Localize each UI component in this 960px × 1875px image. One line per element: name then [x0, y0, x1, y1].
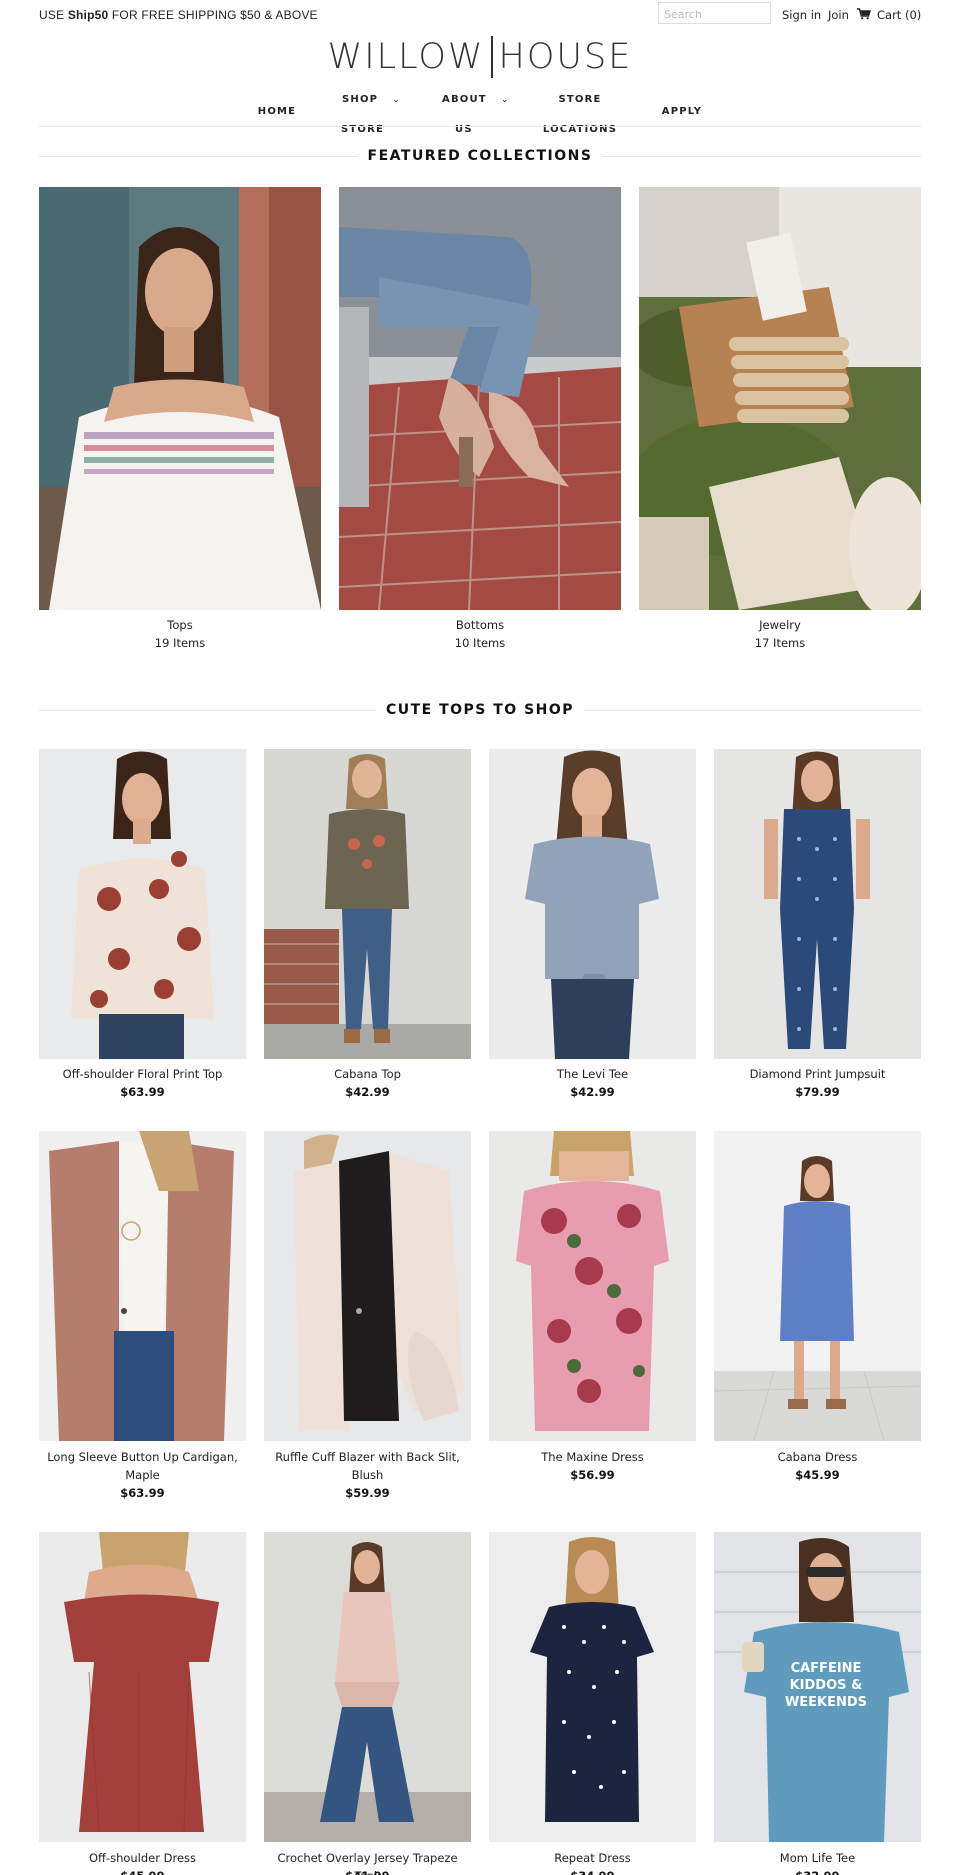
product-price: $63.99: [120, 1085, 165, 1099]
levi-tee-photo: [489, 749, 696, 1059]
crochet-tank-photo: [264, 1532, 471, 1842]
collection-card-tops[interactable]: Tops 19 Items: [39, 616, 321, 652]
nav-locations-label-line1: STORE: [558, 94, 602, 105]
cabana-top-photo: [264, 749, 471, 1059]
collection-image-bottoms[interactable]: [339, 187, 621, 610]
collection-count: 10 Items: [454, 636, 506, 650]
featured-collections-heading: FEATURED COLLECTIONS: [0, 148, 960, 164]
collection-card-jewelry[interactable]: Jewelry 17 Items: [639, 616, 921, 652]
product-name[interactable]: Diamond Print Jumpsuit: [714, 1065, 921, 1083]
nav-home-label: HOME: [257, 106, 297, 117]
product-name[interactable]: Off-shoulder Floral Print Top: [39, 1065, 246, 1083]
floral-top-photo: [39, 749, 246, 1059]
product-image-diamond-jumpsuit[interactable]: [714, 749, 921, 1059]
nav-locations-label-line2: LOCATIONS: [542, 124, 618, 135]
product-price: $79.99: [795, 1085, 840, 1099]
promo-banner: USE Ship50 FOR FREE SHIPPING $50 & ABOVE: [39, 8, 318, 22]
chevron-down-icon: ⌄: [392, 95, 401, 105]
chevron-down-icon: ⌄: [500, 95, 510, 105]
shirt-print-line3: WEEKENDS: [785, 1695, 867, 1710]
logo-left-word: WILLOW: [327, 37, 485, 77]
sign-in-link[interactable]: Sign in: [782, 8, 821, 22]
mom-life-tee-photo: CAFFEINE KIDDOS & WEEKENDS: [714, 1532, 921, 1842]
nav-about-label-line1: ABOUT: [442, 94, 487, 105]
product-name[interactable]: The Maxine Dress: [489, 1448, 696, 1466]
product-image-cabana-top[interactable]: [264, 749, 471, 1059]
shirt-print-line2: KIDDOS &: [790, 1678, 863, 1693]
product-price: $63.99: [120, 1486, 165, 1500]
off-shoulder-dress-photo: [39, 1532, 246, 1842]
product-name[interactable]: Long Sleeve Button Up Cardigan, Maple: [39, 1448, 246, 1484]
product-name[interactable]: Repeat Dress: [489, 1849, 696, 1867]
product-image-floral-top[interactable]: [39, 749, 246, 1059]
product-price: $56.99: [570, 1468, 615, 1482]
ruffle-blazer-photo: [264, 1131, 471, 1441]
promo-code: Ship50: [67, 8, 109, 22]
product-image-off-shoulder-dress[interactable]: [39, 1532, 246, 1842]
diamond-jumpsuit-photo: [714, 749, 921, 1059]
nav-about-label-line2: US: [455, 124, 473, 135]
site-logo[interactable]: WILLOW HOUSE: [0, 36, 960, 78]
collection-card-bottoms[interactable]: Bottoms 10 Items: [339, 616, 621, 652]
product-price: $32.99: [714, 1867, 921, 1875]
collection-count: 17 Items: [754, 636, 806, 650]
collection-name[interactable]: Bottoms: [339, 616, 621, 634]
product-name[interactable]: Mom Life Tee: [714, 1849, 921, 1867]
product-price: $42.99: [570, 1085, 615, 1099]
ripped-jeans-booties-photo: [339, 187, 621, 610]
top-bar: USE Ship50 FOR FREE SHIPPING $50 & ABOVE…: [0, 0, 960, 30]
product-name[interactable]: Ruffle Cuff Blazer with Back Slit, Blush: [264, 1448, 471, 1484]
collection-name[interactable]: Tops: [39, 616, 321, 634]
model-off-shoulder-top-photo: [39, 187, 321, 610]
nav-apply-label: APPLY: [661, 106, 703, 117]
logo-right-word: HOUSE: [498, 37, 633, 77]
product-image-maxine-dress[interactable]: [489, 1131, 696, 1441]
shirt-print-line1: CAFFEINE: [791, 1661, 862, 1676]
collection-count: 19 Items: [154, 636, 206, 650]
nav-store-locations[interactable]: STORE LOCATIONS: [540, 85, 620, 145]
promo-prefix: USE: [39, 8, 68, 22]
product-name[interactable]: Cabana Top: [264, 1065, 471, 1083]
search-input[interactable]: [659, 4, 770, 25]
collection-name[interactable]: Jewelry: [639, 616, 921, 634]
cabana-dress-photo: [714, 1131, 921, 1441]
logo-divider: [490, 36, 493, 78]
cute-tops-heading: CUTE TOPS TO SHOP: [0, 702, 960, 718]
product-image-cabana-dress[interactable]: [714, 1131, 921, 1441]
nav-apply[interactable]: APPLY: [652, 97, 712, 127]
product-price: $59.99: [345, 1486, 390, 1500]
maxine-dress-photo: [489, 1131, 696, 1441]
product-price: $42.99: [345, 1085, 390, 1099]
cart-link[interactable]: Cart (0): [877, 8, 921, 22]
product-price: $45.99: [795, 1468, 840, 1482]
nav-shop-label-line2: STORE: [341, 124, 385, 135]
bracelet-display-photo: [639, 187, 921, 610]
product-image-ruffle-blazer[interactable]: [264, 1131, 471, 1441]
product-price: $45.99: [39, 1867, 246, 1875]
product-image-mom-life-tee[interactable]: CAFFEINE KIDDOS & WEEKENDS: [714, 1532, 921, 1842]
repeat-dress-photo: [489, 1532, 696, 1842]
nav-home[interactable]: HOME: [252, 97, 302, 127]
cardigan-photo: [39, 1131, 246, 1441]
collection-image-tops[interactable]: [39, 187, 321, 610]
promo-suffix: FOR FREE SHIPPING $50 & ABOVE: [108, 8, 318, 22]
nav-shop-label-line1: SHOP: [342, 94, 379, 105]
join-link[interactable]: Join: [828, 8, 849, 22]
product-image-crochet-tank[interactable]: [264, 1532, 471, 1842]
search-box[interactable]: [658, 2, 771, 25]
product-name[interactable]: Cabana Dress: [714, 1448, 921, 1466]
product-image-repeat-dress[interactable]: [489, 1532, 696, 1842]
product-image-levi-tee[interactable]: [489, 749, 696, 1059]
cart-icon[interactable]: [857, 8, 871, 20]
collection-image-jewelry[interactable]: [639, 187, 921, 610]
nav-divider: [39, 126, 921, 127]
nav-shop-store[interactable]: SHOP ⌄ STORE: [330, 85, 430, 145]
product-price: $41.99: [264, 1867, 471, 1875]
product-image-cardigan[interactable]: [39, 1131, 246, 1441]
product-price: $34.99: [489, 1867, 696, 1875]
product-name[interactable]: Off-shoulder Dress: [39, 1849, 246, 1867]
nav-about-us[interactable]: ABOUT ⌄ US: [430, 85, 530, 145]
product-name[interactable]: The Levi Tee: [489, 1065, 696, 1083]
